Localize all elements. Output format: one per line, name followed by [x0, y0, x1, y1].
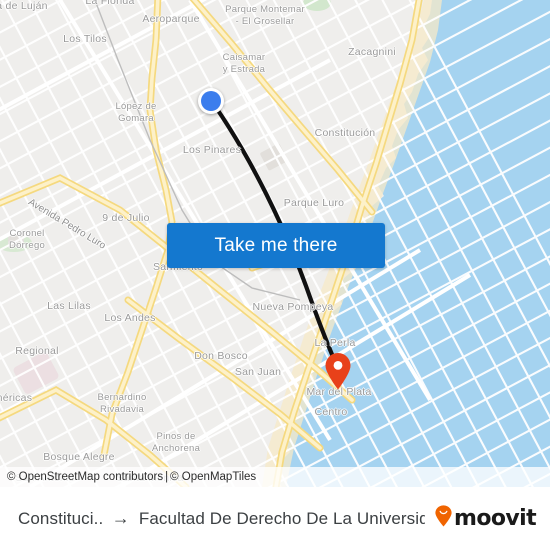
moovit-pin-icon [435, 505, 452, 532]
take-me-there-button[interactable]: Take me there [167, 223, 385, 268]
moovit-logo[interactable]: moovit [425, 505, 537, 532]
route-origin-label: Constituci... [18, 508, 103, 528]
route-endpoints[interactable]: Constituci... → Facultad De Derecho De L… [18, 509, 425, 529]
route-summary-bar: Constituci... → Facultad De Derecho De L… [0, 487, 550, 550]
route-destination-label: Facultad De Derecho De La Universid... [138, 508, 426, 528]
origin-dot[interactable] [198, 88, 224, 114]
attribution-osm[interactable]: © OpenStreetMap contributors [7, 471, 163, 483]
map-canvas[interactable]: a de Luján La Florida Aeroparque Parque Mon… [0, 0, 550, 487]
moovit-map-screen: a de Luján La Florida Aeroparque Parque Mon… [0, 0, 550, 550]
origin-dot-core [201, 91, 221, 111]
moovit-wordmark: moovit [454, 506, 537, 531]
map-attribution: © OpenStreetMap contributors | © OpenMapTi… [0, 467, 550, 487]
attribution-tiles[interactable]: © OpenMapTiles [170, 471, 256, 483]
arrow-right-icon: → [111, 507, 130, 528]
destination-pin[interactable] [324, 352, 352, 390]
